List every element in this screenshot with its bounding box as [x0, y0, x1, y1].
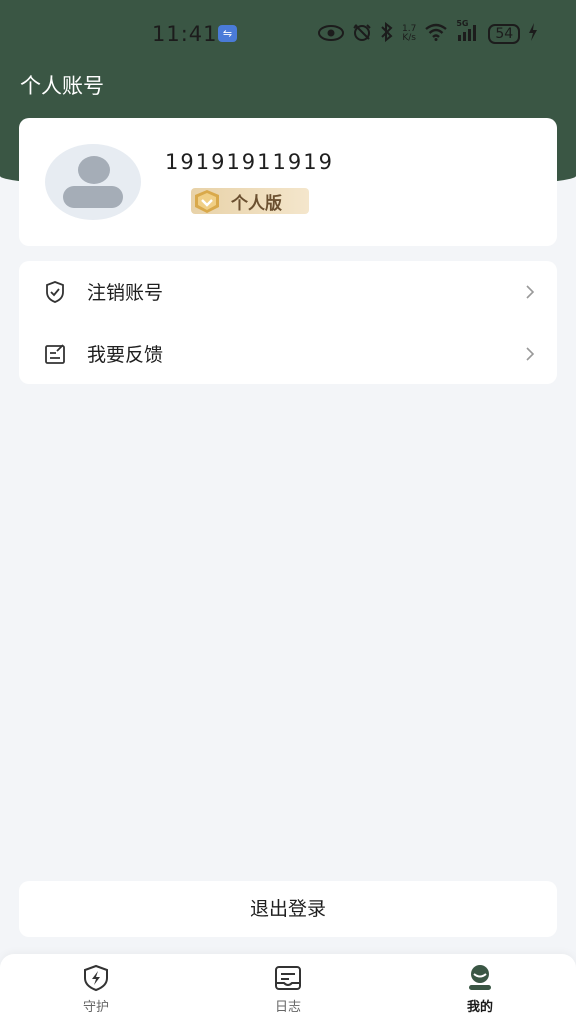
- nav-label: 守护: [82, 1000, 109, 1015]
- signal-icon: 5G: [456, 19, 480, 46]
- bluetooth-icon: [380, 21, 394, 47]
- alarm-off-icon: [352, 22, 372, 47]
- shield-badge-icon: [191, 188, 223, 214]
- shield-check-icon: [43, 280, 67, 304]
- status-bar: 11:41 ⇋ 1.7 K/s 5G 54: [0, 0, 576, 66]
- menu-item-label: 注销账号: [87, 281, 164, 304]
- feedback-edit-icon: [43, 342, 67, 366]
- menu-item-feedback[interactable]: 我要反馈: [19, 323, 557, 383]
- status-icons: 1.7 K/s 5G 54: [318, 19, 538, 47]
- edition-badge: 个人版: [191, 188, 309, 214]
- page-title: 个人账号: [20, 74, 104, 98]
- profile-card: 19191911919 个人版: [19, 118, 557, 246]
- shield-bolt-icon: [51, 964, 141, 992]
- avatar[interactable]: [45, 144, 141, 220]
- user-icon: [435, 964, 525, 992]
- bottom-nav: 守护 日志 我的: [0, 954, 576, 1024]
- charging-icon: [528, 22, 538, 46]
- status-time: 11:41: [152, 22, 218, 46]
- badge-label: 个人版: [231, 193, 282, 214]
- menu-item-label: 我要反馈: [87, 343, 164, 366]
- battery-icon: 54: [488, 24, 521, 44]
- eye-icon: [318, 22, 344, 46]
- wifi-icon: [424, 22, 448, 46]
- logout-button[interactable]: 退出登录: [19, 881, 557, 937]
- chevron-right-icon: [523, 284, 537, 299]
- nav-label: 日志: [274, 1000, 301, 1015]
- menu-item-cancel-account[interactable]: 注销账号: [19, 261, 557, 321]
- avatar-body: [63, 186, 123, 208]
- account-phone: 19191911919: [165, 150, 334, 174]
- nav-item-guard[interactable]: 守护: [51, 964, 141, 1020]
- chevron-right-icon: [523, 346, 537, 361]
- nav-item-mine[interactable]: 我的: [435, 964, 525, 1020]
- usb-icon: ⇋: [218, 25, 237, 42]
- log-icon: [243, 964, 333, 992]
- menu-card: 注销账号 我要反馈: [19, 261, 557, 384]
- network-speed: 1.7 K/s: [402, 24, 417, 43]
- nav-label: 我的: [466, 1000, 493, 1015]
- nav-item-log[interactable]: 日志: [243, 964, 333, 1020]
- signal-type: 5G: [456, 19, 469, 28]
- avatar-head: [78, 156, 110, 184]
